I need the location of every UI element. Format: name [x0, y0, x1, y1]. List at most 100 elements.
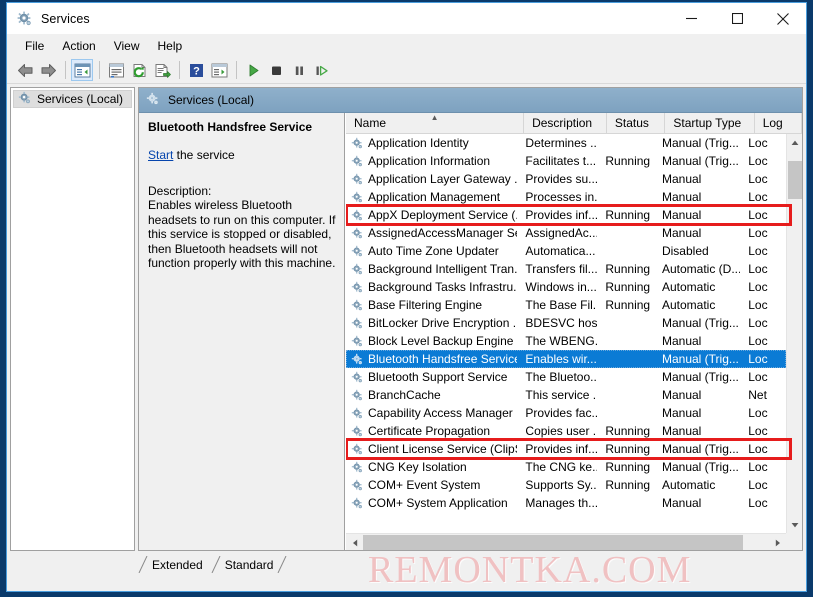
service-description-cell: Provides inf...	[525, 208, 598, 222]
restart-service-icon[interactable]	[311, 59, 333, 81]
service-logon-cell: Loc	[748, 334, 768, 348]
service-logon-cell: Loc	[748, 208, 768, 222]
scroll-right-button[interactable]	[769, 534, 786, 550]
service-startup-type-cell: Manual	[661, 208, 702, 222]
service-description-cell: Automatica...	[525, 244, 596, 258]
service-logon-cell: Loc	[748, 460, 768, 474]
column-header-description[interactable]: Description	[524, 113, 607, 133]
table-row[interactable]: Application Information Facilitates t... R…	[346, 152, 786, 170]
tab-standard[interactable]: Standard	[210, 556, 287, 573]
scroll-down-button[interactable]	[787, 516, 802, 533]
table-row[interactable]: Block Level Backup Engine ... The WBENG..…	[346, 332, 786, 350]
scroll-up-button[interactable]	[787, 134, 802, 151]
show-hide-action-pane-icon[interactable]	[208, 59, 230, 81]
service-description-cell: Manages th...	[525, 496, 598, 510]
table-row[interactable]: Application Management Processes in... Man…	[346, 188, 786, 206]
service-name-label: COM+ System Application	[368, 496, 508, 510]
service-name-cell: CNG Key Isolation	[346, 460, 517, 474]
table-row[interactable]: BitLocker Drive Encryption ... BDESVC hos…	[346, 314, 786, 332]
service-startup-type-cell: Manual	[661, 334, 702, 348]
refresh-icon[interactable]	[128, 59, 150, 81]
title-bar: Services	[7, 3, 806, 34]
service-name-cell: BitLocker Drive Encryption ...	[346, 316, 517, 330]
window-controls	[668, 3, 806, 34]
table-row[interactable]: CNG Key Isolation The CNG ke... Running Man…	[346, 458, 786, 476]
menu-action[interactable]: Action	[53, 36, 104, 56]
table-row[interactable]: Background Tasks Infrastru... Windows in.…	[346, 278, 786, 296]
column-header-name-label: Name	[354, 116, 387, 130]
vertical-scroll-thumb[interactable]	[788, 161, 802, 199]
service-logon-cell: Loc	[748, 370, 768, 384]
column-header-startup-type-label: Startup Type	[673, 116, 742, 130]
table-row[interactable]: AssignedAccessManager Se... AssignedAc...…	[346, 224, 786, 242]
help-icon[interactable]: ?	[185, 59, 207, 81]
start-service-icon[interactable]	[242, 59, 264, 81]
close-button[interactable]	[760, 3, 806, 34]
horizontal-scroll-thumb[interactable]	[363, 535, 743, 550]
table-row[interactable]: COM+ System Application Manages th... Manu…	[346, 494, 786, 512]
table-row[interactable]: Certificate Propagation Copies user ... Ru…	[346, 422, 786, 440]
table-row[interactable]: Bluetooth Support Service The Bluetoo... M…	[346, 368, 786, 386]
service-description-cell: BDESVC hos...	[525, 316, 598, 330]
service-status-cell: Running	[605, 154, 651, 168]
tree-node-services-local[interactable]: Services (Local)	[13, 90, 132, 108]
back-icon[interactable]	[14, 59, 36, 81]
window-title: Services	[41, 11, 90, 26]
table-row[interactable]: Base Filtering Engine The Base Fil... Runn…	[346, 296, 786, 314]
service-description-cell: The CNG ke...	[525, 460, 598, 474]
horizontal-scrollbar[interactable]	[346, 533, 786, 550]
minimize-button[interactable]	[668, 3, 714, 34]
description-text: Enables wireless Bluetooth headsets to r…	[148, 198, 336, 270]
tab-extended[interactable]: Extended	[138, 556, 213, 573]
service-logon-cell: Loc	[748, 442, 768, 456]
column-header-startup-type[interactable]: Startup Type	[665, 113, 755, 133]
table-row[interactable]: AppX Deployment Service (... Provides inf…	[346, 206, 786, 224]
column-header-log-on-as[interactable]: Log	[754, 113, 802, 133]
column-header-name[interactable]: ▲ Name	[346, 113, 525, 133]
service-startup-type-cell: Manual (Trig...	[661, 136, 739, 150]
table-row[interactable]: BranchCache This service ... Manual Net	[346, 386, 786, 404]
service-startup-type-cell: Manual (Trig...	[661, 460, 739, 474]
service-gear-icon	[351, 173, 364, 186]
maximize-button[interactable]	[714, 3, 760, 34]
column-header-status[interactable]: Status	[606, 113, 666, 133]
menu-view[interactable]: View	[105, 36, 149, 56]
table-row[interactable]: Application Layer Gateway ... Provides su…	[346, 170, 786, 188]
service-description-cell: Enables wir...	[525, 352, 597, 366]
table-row[interactable]: Application Identity Determines ... Manual…	[346, 134, 786, 152]
table-row[interactable]: Bluetooth Handsfree Service Enables wir..…	[346, 350, 786, 368]
sort-ascending-caret-icon: ▲	[430, 113, 439, 122]
service-gear-icon	[351, 209, 364, 222]
tab-edge-icon	[138, 556, 148, 573]
menu-help[interactable]: Help	[149, 36, 192, 56]
menu-file[interactable]: File	[16, 36, 53, 56]
scroll-left-button[interactable]	[346, 534, 363, 550]
table-row[interactable]: Background Intelligent Tran... Transfers …	[346, 260, 786, 278]
service-description-cell: Processes in...	[525, 190, 598, 204]
vertical-scrollbar[interactable]	[786, 134, 802, 533]
forward-icon[interactable]	[37, 59, 59, 81]
service-name-label: Base Filtering Engine	[368, 298, 483, 312]
table-row[interactable]: COM+ Event System Supports Sy... Running Au…	[346, 476, 786, 494]
start-service-link[interactable]: Start	[148, 148, 173, 162]
table-row[interactable]: Auto Time Zone Updater Automatica... Disab…	[346, 242, 786, 260]
toolbar-separator	[65, 61, 66, 79]
service-startup-type-cell: Manual	[661, 190, 702, 204]
show-hide-tree-icon[interactable]	[71, 59, 93, 81]
export-list-icon[interactable]	[151, 59, 173, 81]
scrollbar-corner	[786, 533, 802, 550]
stop-service-icon[interactable]	[265, 59, 287, 81]
pause-service-icon[interactable]	[288, 59, 310, 81]
service-startup-type-cell: Manual (Trig...	[661, 352, 739, 366]
results-pane: Services (Local) Bluetooth Handsfree Ser…	[138, 87, 803, 551]
table-row[interactable]: Capability Access Manager ... Provides fa…	[346, 404, 786, 422]
properties-icon[interactable]	[105, 59, 127, 81]
list-rows[interactable]: Application Identity Determines ... Manual…	[346, 134, 786, 533]
service-name-label: Client License Service (ClipS...	[368, 442, 518, 456]
table-row[interactable]: Client License Service (ClipS... Provides…	[346, 440, 786, 458]
service-name-cell: Application Identity	[346, 136, 517, 150]
service-name-cell: Bluetooth Handsfree Service	[346, 352, 517, 366]
service-description-cell: Copies user ...	[525, 424, 598, 438]
column-header-description-label: Description	[532, 116, 593, 130]
toolbar-separator	[179, 61, 180, 79]
